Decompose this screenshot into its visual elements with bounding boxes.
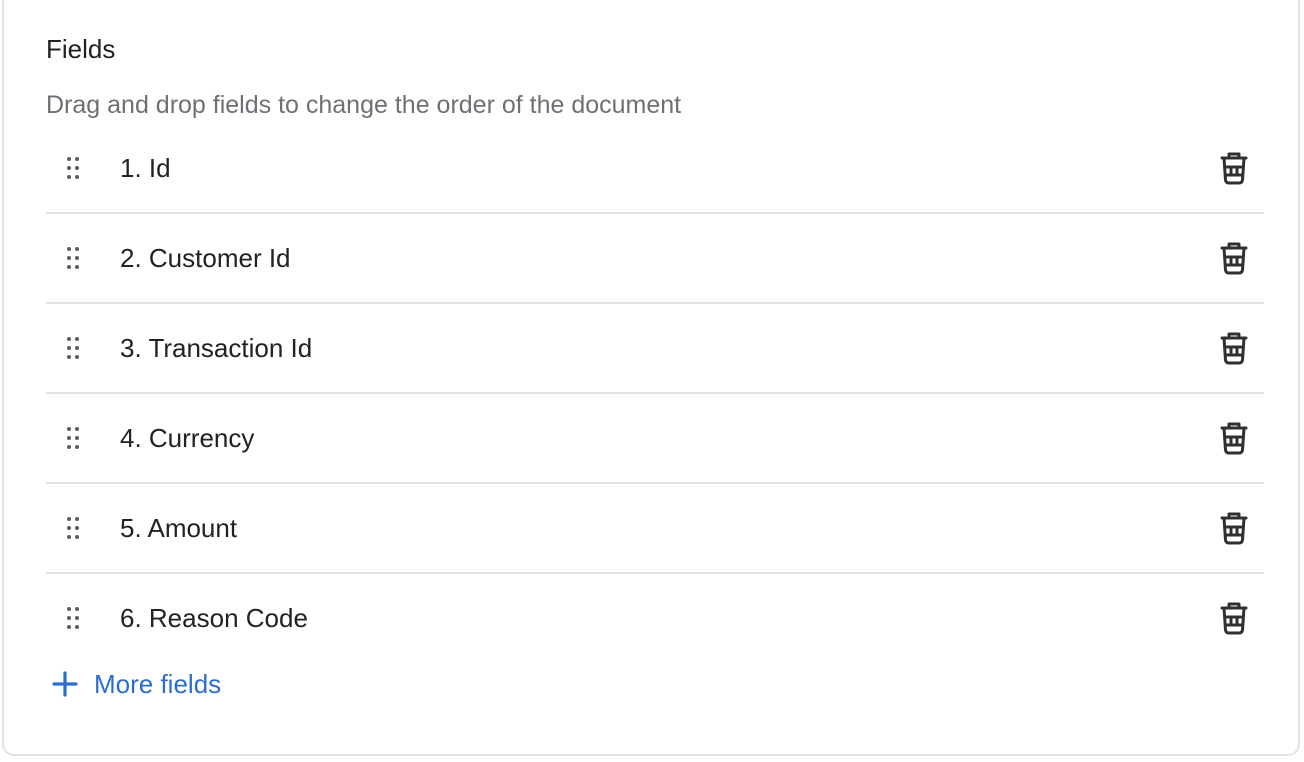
fields-card: Fields Drag and drop fields to change th…: [2, 0, 1300, 756]
drag-handle-icon[interactable]: [66, 516, 80, 540]
drag-handle-icon[interactable]: [66, 246, 80, 270]
trash-icon: [1220, 152, 1248, 185]
plus-icon: [52, 671, 78, 697]
card-title: Fields: [46, 34, 116, 64]
drag-handle-icon[interactable]: [66, 156, 80, 180]
delete-field-button[interactable]: [1216, 600, 1252, 636]
drag-handle-icon[interactable]: [66, 336, 80, 360]
field-row[interactable]: 2. Customer Id: [46, 214, 1264, 304]
field-list: 1. Id 2. Customer Id 3. Transaction Id 4…: [46, 124, 1264, 662]
trash-icon: [1220, 332, 1248, 365]
trash-icon: [1220, 422, 1248, 455]
more-fields-button[interactable]: More fields: [52, 664, 221, 704]
drag-handle-icon[interactable]: [66, 606, 80, 630]
delete-field-button[interactable]: [1216, 510, 1252, 546]
trash-icon: [1220, 602, 1248, 635]
field-row[interactable]: 1. Id: [46, 124, 1264, 214]
field-label: 5. Amount: [120, 513, 238, 543]
more-fields-label: More fields: [94, 669, 222, 699]
delete-field-button[interactable]: [1216, 420, 1252, 456]
field-label: 4. Currency: [120, 423, 255, 453]
field-label: 2. Customer Id: [120, 243, 291, 273]
field-row[interactable]: 3. Transaction Id: [46, 304, 1264, 394]
field-label: 3. Transaction Id: [120, 333, 313, 363]
trash-icon: [1220, 242, 1248, 275]
field-row[interactable]: 4. Currency: [46, 394, 1264, 484]
delete-field-button[interactable]: [1216, 150, 1252, 186]
drag-handle-icon[interactable]: [66, 426, 80, 450]
field-row[interactable]: 6. Reason Code: [46, 574, 1264, 662]
delete-field-button[interactable]: [1216, 240, 1252, 276]
trash-icon: [1220, 512, 1248, 545]
delete-field-button[interactable]: [1216, 330, 1252, 366]
field-label: 6. Reason Code: [120, 603, 308, 633]
card-subtitle: Drag and drop fields to change the order…: [46, 91, 682, 119]
field-row[interactable]: 5. Amount: [46, 484, 1264, 574]
field-label: 1. Id: [120, 153, 171, 183]
